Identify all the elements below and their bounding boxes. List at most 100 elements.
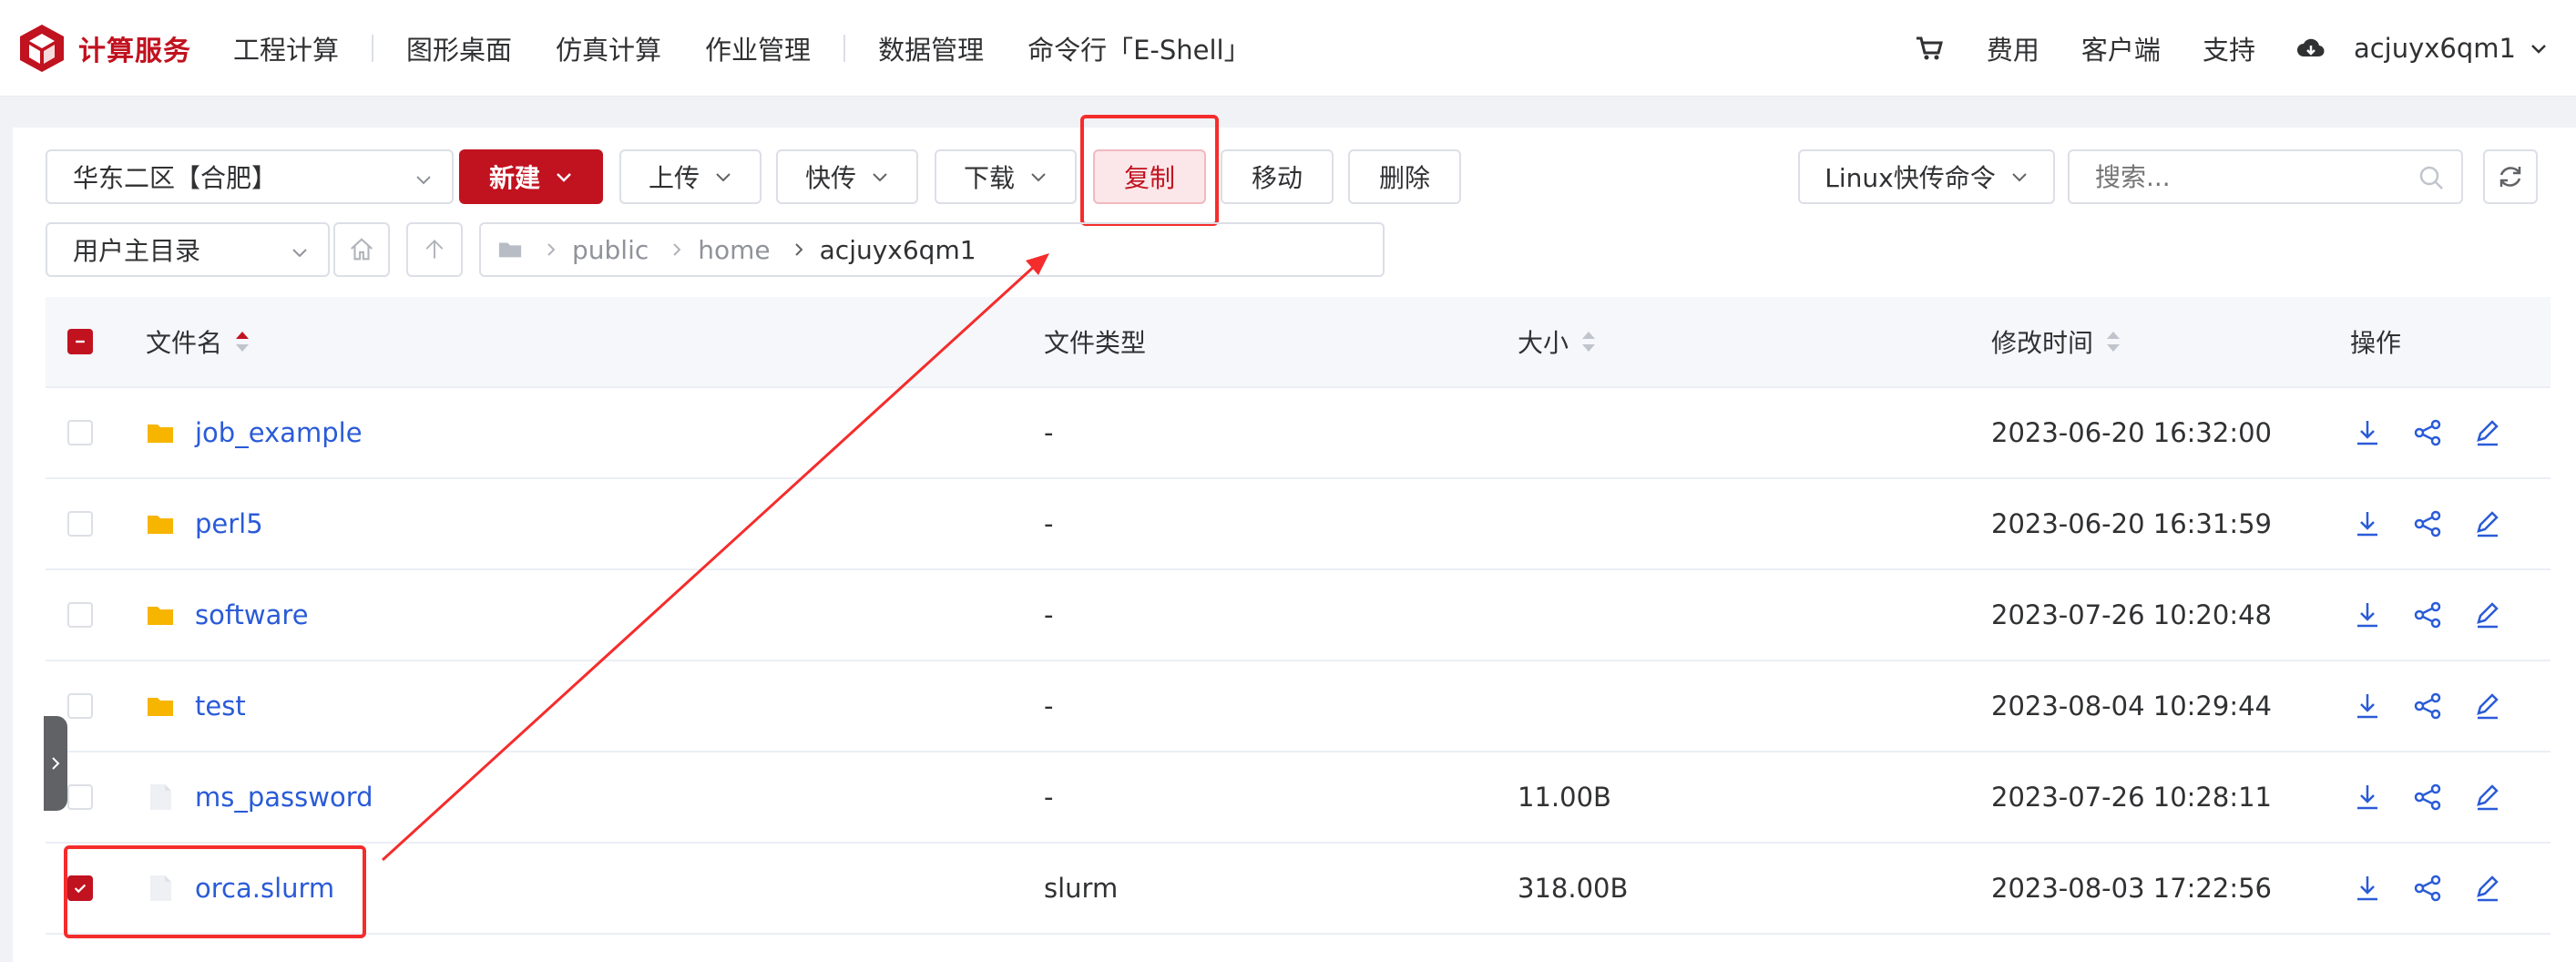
file-name-link[interactable]: ms_password: [195, 782, 373, 813]
file-mtime: 2023-07-26 10:28:11: [1991, 782, 2272, 813]
download-icon[interactable]: [2352, 508, 2383, 539]
username: acjuyx6qm1: [2353, 33, 2516, 64]
nav-fees[interactable]: 费用: [1987, 29, 2039, 67]
table-row[interactable]: perl5 - 2023-06-20 16:31:59: [46, 479, 2550, 570]
row-checkbox[interactable]: [67, 784, 93, 810]
select-all-checkbox[interactable]: [67, 329, 93, 354]
top-nav-bar: 计算服务 工程计算 图形桌面 仿真计算 作业管理 数据管理 命令行「E-Shel…: [0, 0, 2576, 97]
file-name-link[interactable]: software: [195, 599, 309, 630]
search-input[interactable]: [2095, 161, 2396, 192]
download-icon[interactable]: [2352, 782, 2383, 813]
root-directory-select[interactable]: 用户主目录: [46, 222, 330, 277]
edit-icon[interactable]: [2472, 508, 2503, 539]
table-row[interactable]: job_example - 2023-06-20 16:32:00: [46, 388, 2550, 479]
share-icon[interactable]: [2412, 782, 2443, 813]
new-button[interactable]: 新建: [459, 149, 603, 204]
linux-command-button[interactable]: Linux快传命令: [1798, 149, 2055, 204]
chevron-down-icon: [1031, 173, 1046, 182]
nav-support[interactable]: 支持: [2203, 29, 2255, 67]
breadcrumb-item[interactable]: public: [572, 235, 649, 265]
edit-icon[interactable]: [2472, 417, 2503, 448]
nav-engineering[interactable]: 工程计算: [233, 29, 339, 67]
download-icon[interactable]: [2352, 599, 2383, 630]
copy-button[interactable]: 复制: [1093, 149, 1206, 204]
file-mtime: 2023-08-03 17:22:56: [1991, 873, 2272, 904]
chevron-down-icon: [2531, 45, 2546, 54]
nav-client[interactable]: 客户端: [2081, 29, 2161, 67]
file-mtime: 2023-08-04 10:29:44: [1991, 691, 2272, 722]
column-header-size-label: 大小: [1518, 328, 1569, 358]
delete-button-label: 删除: [1378, 163, 1430, 193]
table-row[interactable]: orca.slurm slurm 318.00B 2023-08-03 17:22:5…: [46, 844, 2550, 935]
nav-eshell[interactable]: 命令行「E-Shell」: [1027, 29, 1251, 67]
row-checkbox[interactable]: [67, 511, 93, 537]
check-icon: [74, 884, 87, 894]
share-icon[interactable]: [2412, 508, 2443, 539]
column-header-mtime-label: 修改时间: [1991, 328, 2094, 358]
column-header-type: 文件类型: [1044, 328, 1147, 358]
refresh-button[interactable]: [2483, 149, 2538, 204]
nav-desktop[interactable]: 图形桌面: [406, 29, 512, 67]
row-actions: [2352, 388, 2532, 477]
nav-data[interactable]: 数据管理: [878, 29, 984, 67]
nav-jobs[interactable]: 作业管理: [705, 29, 811, 67]
sort-icon[interactable]: [2104, 329, 2122, 354]
download-icon[interactable]: [2352, 691, 2383, 722]
cloud-icon[interactable]: [2295, 33, 2326, 64]
file-name-link[interactable]: test: [195, 691, 246, 722]
column-header-mtime[interactable]: 修改时间: [1991, 297, 2122, 386]
fast-upload-button[interactable]: 快传: [776, 149, 918, 204]
edit-icon[interactable]: [2472, 873, 2503, 904]
sort-icon[interactable]: [1579, 329, 1598, 354]
table-row[interactable]: software - 2023-07-26 10:20:48: [46, 570, 2550, 661]
upload-button[interactable]: 上传: [619, 149, 762, 204]
edit-icon[interactable]: [2472, 782, 2503, 813]
column-header-size[interactable]: 大小: [1518, 297, 1598, 386]
chevron-right-icon: [547, 243, 556, 256]
download-icon[interactable]: [2352, 873, 2383, 904]
row-checkbox[interactable]: [67, 420, 93, 445]
move-button[interactable]: 移动: [1221, 149, 1334, 204]
chevron-down-icon: [716, 173, 731, 182]
linux-command-label: Linux快传命令: [1825, 163, 1996, 193]
row-checkbox[interactable]: [67, 602, 93, 628]
file-icon: [150, 784, 171, 810]
download-icon[interactable]: [2352, 417, 2383, 448]
user-menu[interactable]: acjuyx6qm1: [2354, 33, 2549, 64]
share-icon[interactable]: [2412, 417, 2443, 448]
nav-simulation[interactable]: 仿真计算: [556, 29, 661, 67]
cart-icon[interactable]: [1914, 33, 1945, 64]
chevron-right-icon: [794, 243, 803, 256]
search-box[interactable]: [2068, 149, 2463, 204]
file-name-link[interactable]: job_example: [195, 417, 363, 448]
home-button[interactable]: [333, 222, 390, 277]
edit-icon[interactable]: [2472, 599, 2503, 630]
table-row[interactable]: ms_password - 11.00B 2023-07-26 10:28:11: [46, 752, 2550, 844]
home-icon: [351, 238, 373, 261]
table-row[interactable]: test - 2023-08-04 10:29:44: [46, 661, 2550, 752]
file-name-link[interactable]: perl5: [195, 508, 263, 539]
row-checkbox[interactable]: [67, 693, 93, 719]
file-type: slurm: [1044, 873, 1119, 904]
download-button[interactable]: 下载: [935, 149, 1077, 204]
sidebar-toggle[interactable]: [44, 716, 67, 811]
region-select[interactable]: 华东二区【合肥】: [46, 149, 454, 204]
edit-icon[interactable]: [2472, 691, 2503, 722]
breadcrumb-item[interactable]: home: [698, 235, 770, 265]
file-name-link[interactable]: orca.slurm: [195, 873, 334, 904]
share-icon[interactable]: [2412, 599, 2443, 630]
sort-icon[interactable]: [233, 329, 251, 354]
brand[interactable]: 计算服务: [15, 21, 233, 76]
root-directory-value: 用户主目录: [73, 236, 201, 266]
move-button-label: 移动: [1251, 163, 1303, 193]
search-icon[interactable]: [2418, 164, 2445, 191]
share-icon[interactable]: [2412, 691, 2443, 722]
column-header-name[interactable]: 文件名: [146, 297, 251, 386]
brand-name: 计算服务: [78, 35, 191, 67]
row-checkbox[interactable]: [67, 875, 93, 901]
column-header-ops: 操作: [2350, 328, 2402, 358]
delete-button[interactable]: 删除: [1348, 149, 1461, 204]
share-icon[interactable]: [2412, 873, 2443, 904]
chevron-down-icon: [2012, 173, 2027, 182]
up-directory-button[interactable]: [406, 222, 463, 277]
